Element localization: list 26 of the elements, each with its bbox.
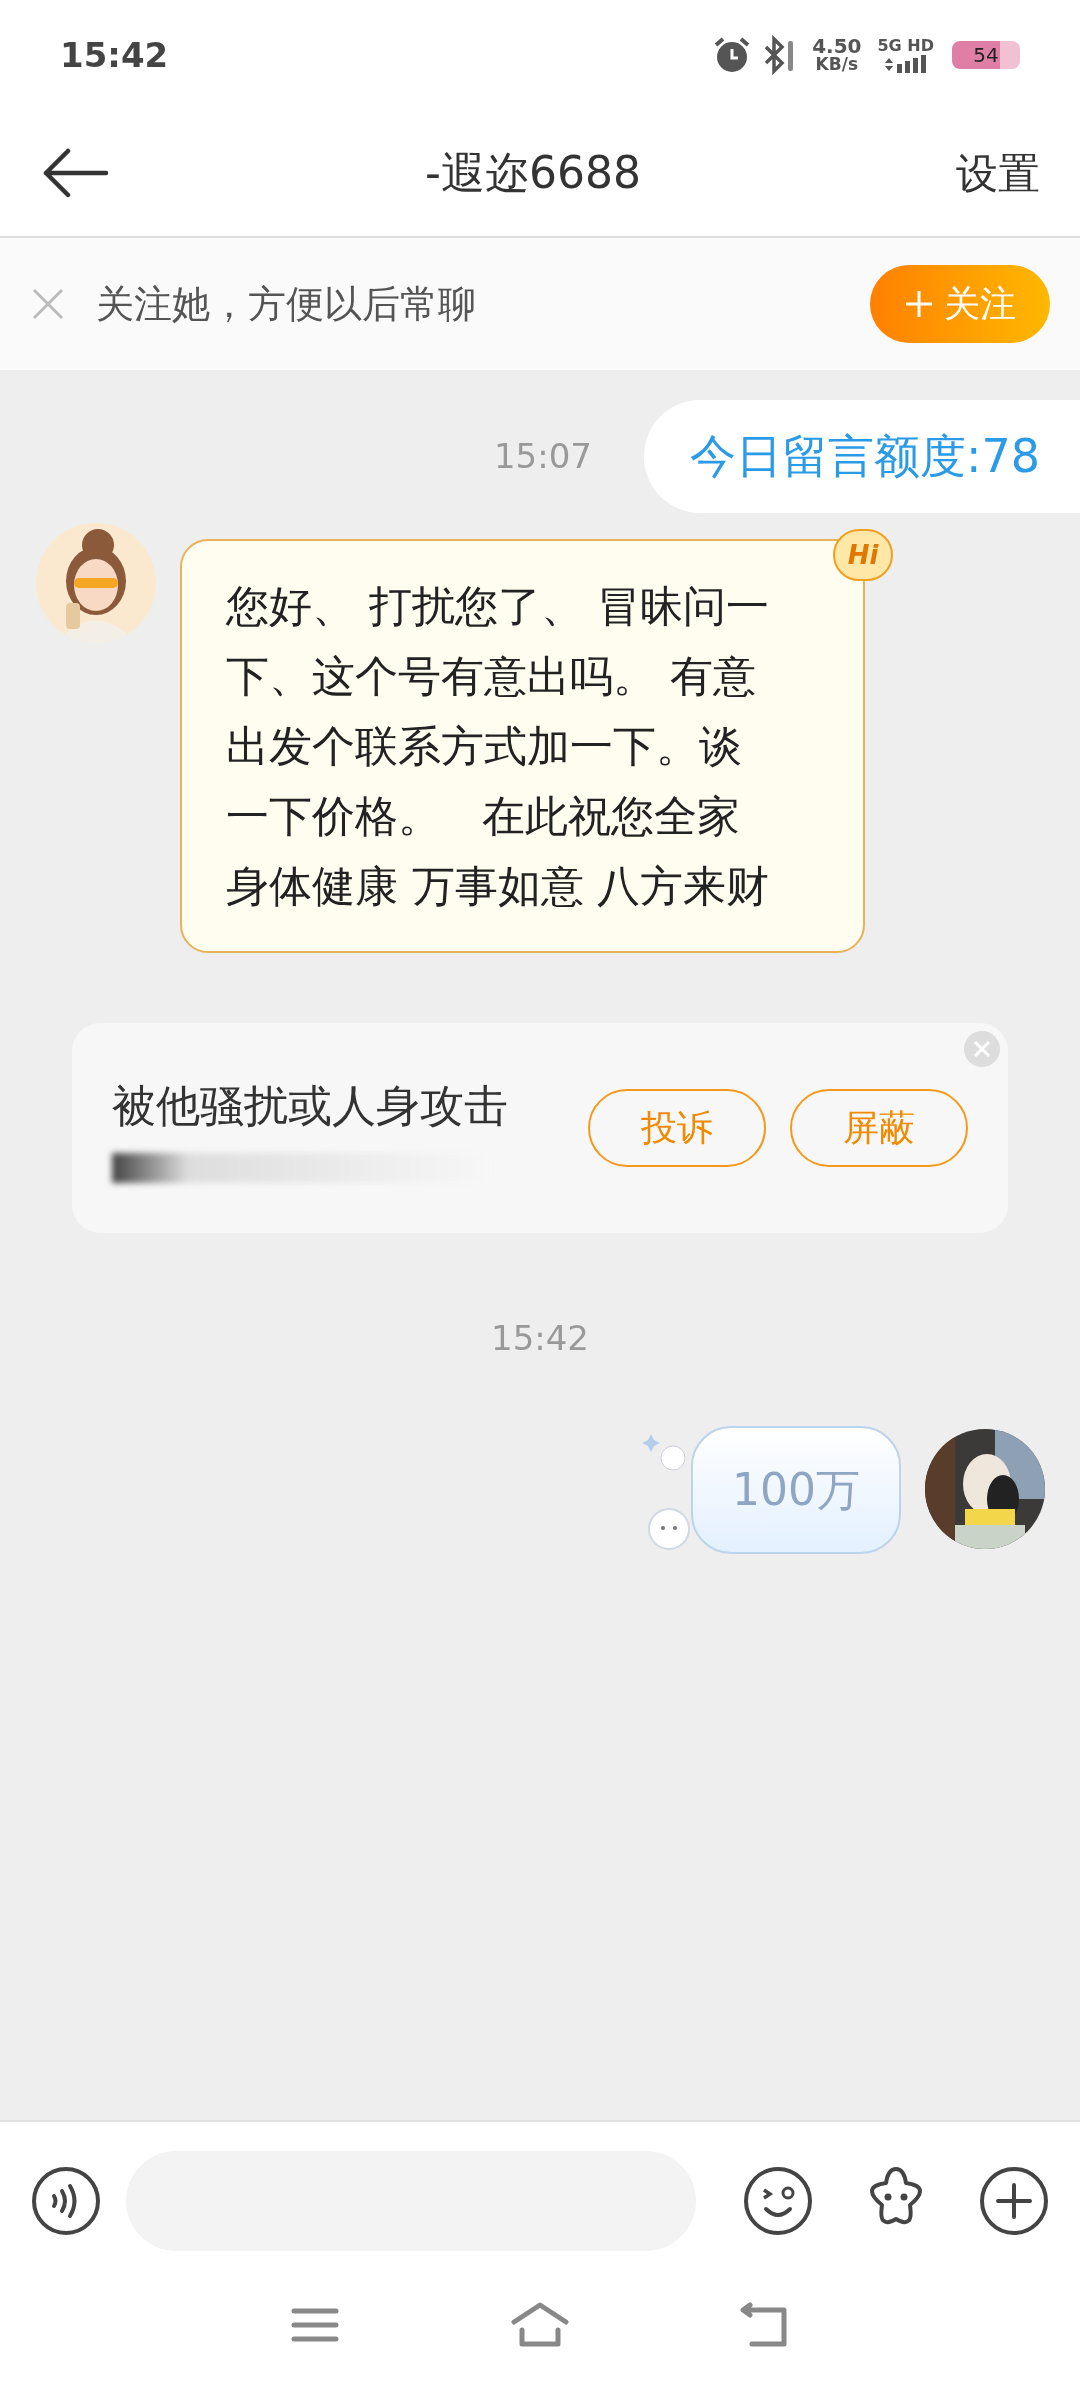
speed-unit: KB/s	[815, 55, 859, 73]
timestamp: 15:42	[491, 1317, 589, 1360]
voice-icon[interactable]	[30, 2165, 102, 2237]
follow-button[interactable]: 关注	[870, 265, 1050, 343]
action-button[interactable]: 屏蔽	[790, 1089, 968, 1167]
emoji-icon[interactable]	[742, 2165, 814, 2237]
hi-badge: Hi	[833, 529, 893, 581]
settings-link[interactable]: 设置	[956, 141, 1040, 205]
network-speed: 4.50	[812, 37, 862, 55]
home-icon[interactable]	[510, 2302, 570, 2348]
action-button[interactable]: 投诉	[588, 1089, 766, 1167]
timestamp: 15:07	[494, 435, 592, 478]
network-type: 5G HD	[877, 37, 934, 55]
status-time: 15:42	[60, 33, 169, 77]
add-icon[interactable]	[978, 2165, 1050, 2237]
close-icon[interactable]	[30, 286, 66, 322]
follow-prompt: 关注她，方便以后常聊	[96, 280, 477, 328]
quota-bubble: 今日留言额度:78	[643, 400, 1080, 513]
sticker-text: 100万	[732, 1463, 860, 1517]
return-icon[interactable]	[740, 2302, 790, 2348]
chat-title: -遐迩6688	[425, 146, 641, 200]
signal-icon	[882, 55, 929, 73]
message-text: 您好、 打扰您了、 冒昧问一 下、这个号有意出吗。 有意 出发个联系方式加一下。谈 一下价格。 在此祝您全家 身体健康 万事如意 八方来财	[226, 581, 770, 911]
battery-indicator: 54	[952, 41, 1020, 69]
report-prompt: 被他骚扰或人身攻击	[112, 1079, 509, 1133]
plus-icon	[904, 289, 934, 319]
